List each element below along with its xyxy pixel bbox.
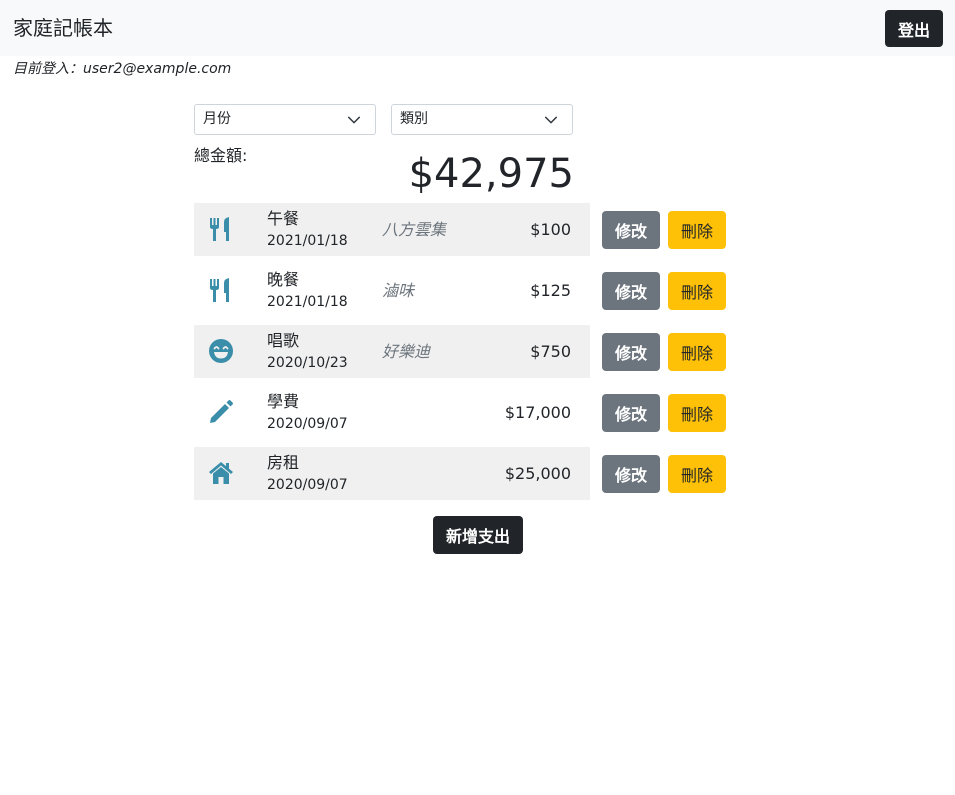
record-name: 學費 — [267, 392, 300, 411]
list-item: 學費 2020/09/07 $17,000 — [194, 386, 590, 439]
record-date: 2021/01/18 — [267, 294, 348, 310]
delete-button[interactable]: 刪除 — [668, 211, 726, 249]
list-item: 午餐 2021/01/18 八方雲集 $100 — [194, 203, 590, 256]
chevron-down-icon — [544, 116, 558, 124]
record-merchant: 滷味 — [382, 281, 415, 300]
total-label: 總金額: — [194, 146, 248, 165]
delete-button[interactable]: 刪除 — [668, 333, 726, 371]
record-amount: $17,000 — [504, 403, 571, 422]
app-brand[interactable]: 家庭記帳本 — [13, 14, 113, 42]
delete-button[interactable]: 刪除 — [668, 455, 726, 493]
delete-button[interactable]: 刪除 — [668, 394, 726, 432]
chevron-down-icon — [347, 116, 361, 124]
edit-button[interactable]: 修改 — [602, 211, 660, 249]
record-date: 2020/10/23 — [267, 355, 348, 371]
record-name: 午餐 — [267, 209, 300, 228]
record-name: 唱歌 — [267, 331, 300, 350]
login-info: 目前登入：user2@example.com — [13, 60, 231, 78]
category-select-value: 類別 — [400, 111, 428, 127]
home-icon — [209, 462, 233, 484]
login-email: user2@example.com — [83, 61, 232, 77]
category-select[interactable]: 類別 — [391, 104, 573, 135]
record-date: 2020/09/07 — [267, 416, 348, 432]
list-item: 唱歌 2020/10/23 好樂迪 $750 — [194, 325, 590, 378]
record-amount: $25,000 — [504, 464, 571, 483]
list-item: 晚餐 2021/01/18 滷味 $125 — [194, 264, 590, 317]
edit-button[interactable]: 修改 — [602, 333, 660, 371]
total-amount: $42,975 — [408, 151, 574, 197]
utensils-icon — [210, 217, 229, 241]
record-merchant: 八方雲集 — [382, 220, 447, 239]
record-amount: $125 — [530, 281, 571, 300]
grin-icon — [209, 339, 233, 363]
login-prefix: 目前登入： — [13, 61, 83, 77]
month-select-value: 月份 — [203, 111, 231, 127]
record-date: 2021/01/18 — [267, 233, 348, 249]
navbar: 家庭記帳本 登出 — [0, 0, 955, 56]
record-name: 房租 — [267, 453, 300, 472]
delete-button[interactable]: 刪除 — [668, 272, 726, 310]
pen-icon — [210, 400, 233, 423]
logout-button[interactable]: 登出 — [885, 10, 943, 47]
record-merchant: 好樂迪 — [382, 342, 431, 361]
utensils-icon — [210, 278, 229, 302]
edit-button[interactable]: 修改 — [602, 272, 660, 310]
edit-button[interactable]: 修改 — [602, 455, 660, 493]
record-date: 2020/09/07 — [267, 477, 348, 493]
record-name: 晚餐 — [267, 270, 300, 289]
add-expense-button[interactable]: 新增支出 — [433, 516, 523, 554]
list-item: 房租 2020/09/07 $25,000 — [194, 447, 590, 500]
record-amount: $750 — [530, 342, 571, 361]
edit-button[interactable]: 修改 — [602, 394, 660, 432]
record-amount: $100 — [530, 220, 571, 239]
month-select[interactable]: 月份 — [194, 104, 376, 135]
